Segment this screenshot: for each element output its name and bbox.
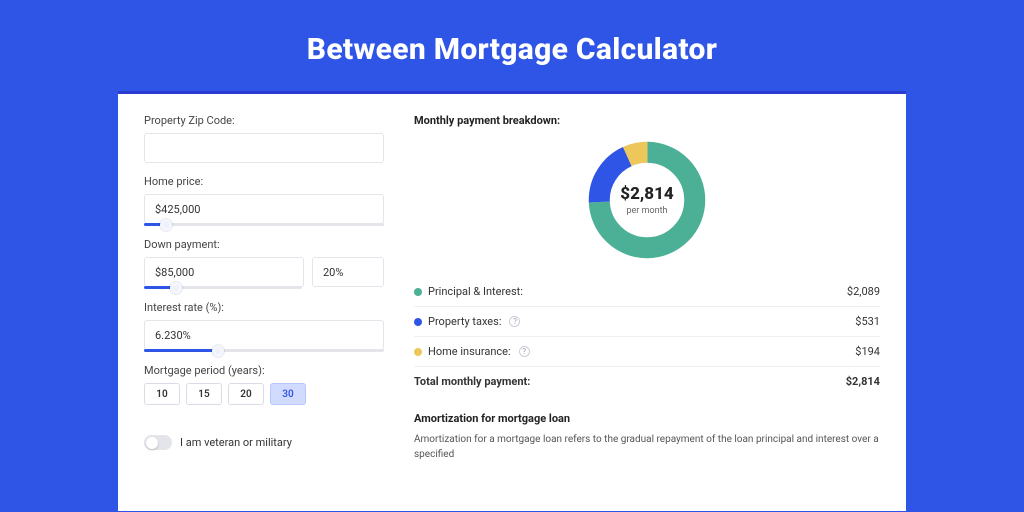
rate-label: Interest rate (%):: [144, 301, 384, 314]
legend-row-tax: Property taxes:? $531: [414, 307, 880, 337]
total-label: Total monthly payment:: [414, 375, 530, 388]
zip-input[interactable]: [144, 133, 384, 163]
legend-value: $531: [855, 315, 880, 328]
amortization-title: Amortization for mortgage loan: [414, 412, 880, 425]
donut-wrap: $2,814 per month: [414, 137, 880, 263]
legend-dot: [414, 288, 422, 296]
legend-label: Home insurance:: [428, 345, 511, 358]
legend-row-pi: Principal & Interest: $2,089: [414, 277, 880, 307]
field-down: Down payment:: [144, 238, 384, 289]
legend-row-total: Total monthly payment: $2,814: [414, 367, 880, 396]
field-veteran: I am veteran or military: [144, 435, 384, 450]
donut-amount: $2,814: [620, 184, 673, 204]
form-panel: Property Zip Code: Home price: Down paym…: [144, 114, 384, 511]
field-period: Mortgage period (years): 10 15 20 30: [144, 364, 384, 405]
rate-slider-fill: [144, 349, 218, 352]
rate-slider[interactable]: [144, 349, 384, 352]
legend-value: $2,089: [847, 285, 880, 298]
price-input[interactable]: [144, 194, 384, 224]
amortization-text: Amortization for a mortgage loan refers …: [414, 433, 880, 462]
price-label: Home price:: [144, 175, 384, 188]
zip-label: Property Zip Code:: [144, 114, 384, 127]
field-rate: Interest rate (%):: [144, 301, 384, 352]
breakdown-panel: Monthly payment breakdown: $2,814 per mo…: [414, 114, 880, 511]
period-label: Mortgage period (years):: [144, 364, 384, 377]
legend-label: Principal & Interest:: [428, 285, 523, 298]
rate-input[interactable]: [144, 320, 384, 350]
donut-sub: per month: [626, 206, 667, 216]
down-label: Down payment:: [144, 238, 384, 251]
price-slider-thumb[interactable]: [160, 219, 172, 231]
donut-chart: $2,814 per month: [584, 137, 710, 263]
period-btn-30[interactable]: 30: [270, 383, 306, 405]
period-btn-20[interactable]: 20: [228, 383, 264, 405]
down-slider-thumb[interactable]: [170, 282, 182, 294]
down-percent-input[interactable]: [312, 257, 384, 287]
price-slider[interactable]: [144, 223, 384, 226]
field-price: Home price:: [144, 175, 384, 226]
down-slider[interactable]: [144, 286, 302, 289]
legend-label: Property taxes:: [428, 315, 501, 328]
veteran-toggle[interactable]: [144, 435, 172, 450]
legend-dot: [414, 318, 422, 326]
legend-row-ins: Home insurance:? $194: [414, 337, 880, 367]
breakdown-title: Monthly payment breakdown:: [414, 114, 880, 127]
rate-slider-thumb[interactable]: [212, 345, 224, 357]
donut-center: $2,814 per month: [584, 137, 710, 263]
total-value: $2,814: [846, 375, 880, 388]
field-zip: Property Zip Code:: [144, 114, 384, 163]
veteran-toggle-knob: [146, 437, 158, 449]
veteran-label: I am veteran or military: [180, 436, 292, 449]
legend: Principal & Interest: $2,089 Property taxe…: [414, 277, 880, 396]
calculator-card: Property Zip Code: Home price: Down paym…: [118, 91, 906, 511]
legend-value: $194: [855, 345, 880, 358]
down-amount-input[interactable]: [144, 257, 304, 287]
legend-dot: [414, 348, 422, 356]
period-options: 10 15 20 30: [144, 383, 384, 405]
period-btn-10[interactable]: 10: [144, 383, 180, 405]
help-icon[interactable]: ?: [519, 346, 530, 357]
period-btn-15[interactable]: 15: [186, 383, 222, 405]
help-icon[interactable]: ?: [509, 316, 520, 327]
page-title: Between Mortgage Calculator: [307, 32, 717, 67]
